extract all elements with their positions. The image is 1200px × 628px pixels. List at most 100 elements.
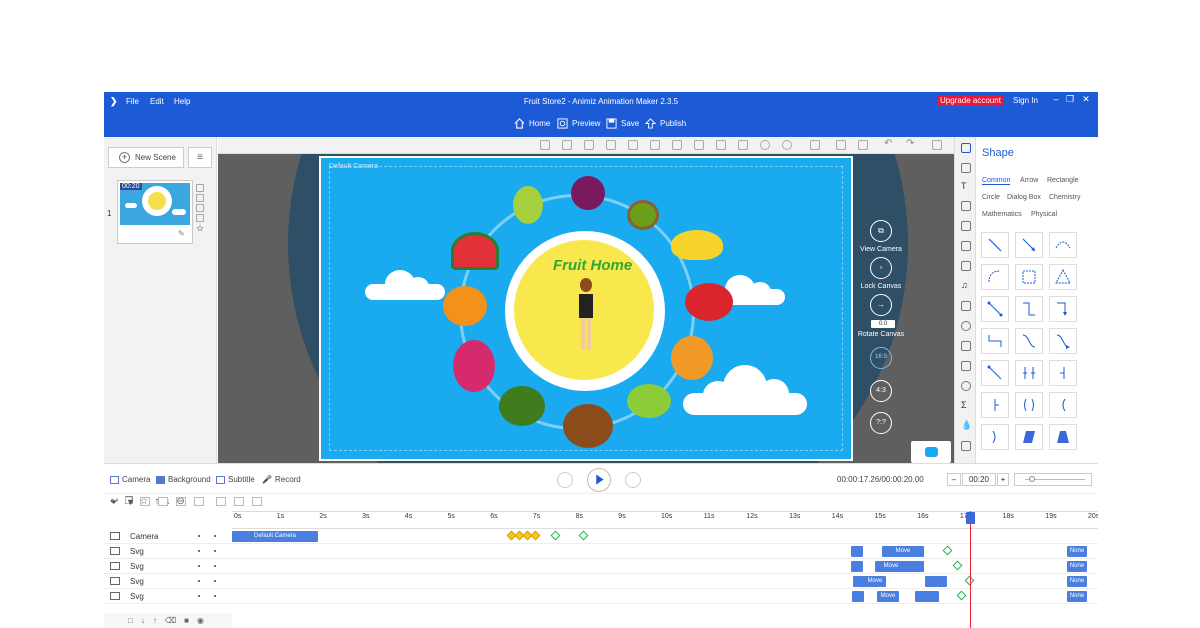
star-scene-icon[interactable]: ☆ bbox=[196, 224, 204, 233]
dashed-rect-shape[interactable] bbox=[1015, 264, 1043, 290]
animation-bar[interactable]: Move bbox=[882, 546, 924, 557]
tab-rectangle[interactable]: Rectangle bbox=[1047, 177, 1079, 184]
lock-canvas-icon[interactable]: ▫ bbox=[870, 257, 892, 279]
bracket-pair-shape[interactable] bbox=[1015, 360, 1043, 386]
align-track-icon-4[interactable] bbox=[194, 497, 204, 506]
lock-icon[interactable] bbox=[810, 140, 820, 150]
ratio-4-3-button[interactable]: 4:3 bbox=[870, 380, 892, 402]
publish-button[interactable]: Publish bbox=[645, 118, 686, 129]
left-bracket-shape[interactable] bbox=[981, 392, 1009, 418]
animation-bar[interactable]: Move bbox=[875, 561, 907, 572]
align-center-icon[interactable] bbox=[562, 140, 572, 150]
down-icon[interactable]: ↓ bbox=[141, 616, 145, 625]
s-curve-shape[interactable] bbox=[1015, 328, 1043, 354]
bubble-tool-icon[interactable] bbox=[961, 241, 971, 251]
align-track-icon-2[interactable] bbox=[158, 497, 168, 506]
drop-tool-icon[interactable]: 💧 bbox=[961, 421, 972, 431]
prev-frame-button[interactable] bbox=[557, 472, 573, 488]
track-toggle-dot[interactable] bbox=[198, 550, 200, 552]
zoom-in-icon[interactable] bbox=[760, 140, 770, 150]
chat-widget[interactable] bbox=[911, 441, 951, 463]
subtitle-tab[interactable]: Subtitle bbox=[216, 475, 255, 484]
keyframe-diamond[interactable] bbox=[942, 545, 953, 556]
playhead-handle[interactable] bbox=[966, 512, 975, 524]
track-toggle-dot[interactable] bbox=[214, 565, 216, 567]
track-toggle-dot[interactable] bbox=[214, 580, 216, 582]
animation-bar[interactable]: Move bbox=[877, 591, 899, 602]
rotate-dial-icon[interactable]: → bbox=[870, 294, 892, 316]
tab-physical[interactable]: Physical bbox=[1031, 211, 1057, 218]
role-tool-icon[interactable] bbox=[961, 201, 971, 211]
timeline-zoom-slider[interactable] bbox=[1014, 473, 1092, 486]
edit-scene-icon[interactable]: ✎ bbox=[178, 229, 185, 238]
animation-bar[interactable] bbox=[904, 561, 924, 572]
undo-icon[interactable]: ↶ bbox=[884, 139, 894, 150]
stage-canvas[interactable]: Default Camera Fruit Home bbox=[319, 156, 853, 461]
tab-arrow[interactable]: Arrow bbox=[1020, 177, 1038, 184]
exit-animation-bar[interactable]: None bbox=[1067, 576, 1087, 587]
track-toggle-dot[interactable] bbox=[214, 595, 216, 597]
align-bottom-icon[interactable] bbox=[650, 140, 660, 150]
up-icon[interactable]: ↑ bbox=[153, 616, 157, 625]
upgrade-account-button[interactable]: Upgrade account bbox=[938, 95, 1003, 106]
rotate-value[interactable]: 0.0 bbox=[871, 320, 895, 328]
folder-tool-icon[interactable] bbox=[961, 261, 971, 271]
scene-thumbnail-card[interactable]: 00:20 ✎ bbox=[117, 180, 193, 244]
distribute-v-icon[interactable] bbox=[694, 140, 704, 150]
exit-animation-bar[interactable]: None bbox=[1067, 561, 1087, 572]
duration-input[interactable]: 00:20 bbox=[962, 473, 996, 486]
bracket-single-shape[interactable] bbox=[1049, 360, 1077, 386]
elbow-dots-shape[interactable] bbox=[981, 328, 1009, 354]
scene-sort-icon[interactable]: ≡ bbox=[188, 147, 212, 168]
connector-dots-shape[interactable] bbox=[981, 360, 1009, 386]
exit-animation-bar[interactable]: None bbox=[1067, 591, 1087, 602]
preview-button[interactable]: Preview bbox=[557, 118, 600, 129]
save-button[interactable]: Save bbox=[606, 118, 639, 129]
align-track-icon-6[interactable] bbox=[234, 497, 244, 506]
track-toggle-dot[interactable] bbox=[198, 565, 200, 567]
record-tab[interactable]: 🎤 Record bbox=[262, 475, 301, 484]
animation-bar[interactable]: Default Camera bbox=[232, 531, 318, 542]
sign-in-link[interactable]: Sign In bbox=[1013, 96, 1038, 105]
minimize-icon[interactable]: – bbox=[1050, 94, 1062, 104]
track-toggle-dot[interactable] bbox=[214, 550, 216, 552]
video-tool-icon[interactable] bbox=[961, 301, 971, 311]
track-row[interactable]: Camera Default Camera bbox=[104, 529, 1098, 544]
filter-icon[interactable]: ▼ bbox=[126, 497, 135, 507]
ratio-custom-button[interactable]: ?:? bbox=[870, 412, 892, 434]
keyframe-diamond[interactable] bbox=[530, 530, 541, 541]
copy-element-icon[interactable] bbox=[836, 140, 846, 150]
image-tool-icon[interactable] bbox=[961, 163, 971, 173]
next-frame-button[interactable] bbox=[625, 472, 641, 488]
keyframe-diamond[interactable] bbox=[956, 590, 967, 601]
paste-element-icon[interactable] bbox=[858, 140, 868, 150]
align-top-icon[interactable] bbox=[606, 140, 616, 150]
camera-tab[interactable]: Camera bbox=[110, 475, 150, 484]
align-track-icon-3[interactable] bbox=[176, 497, 186, 506]
magic-tool-icon[interactable] bbox=[961, 221, 971, 231]
dashed-triangle-shape[interactable] bbox=[1049, 264, 1077, 290]
trash-icon[interactable]: ⌫ bbox=[165, 616, 176, 625]
align-track-icon-7[interactable] bbox=[252, 497, 262, 506]
s-curve-arrow-shape[interactable] bbox=[1049, 328, 1077, 354]
track-toggle-dot[interactable] bbox=[214, 535, 216, 537]
trapezoid-shape[interactable] bbox=[1049, 424, 1077, 450]
lock-track-icon[interactable]: ■ bbox=[184, 616, 189, 625]
redo-icon[interactable]: ↷ bbox=[906, 139, 916, 150]
ratio-16-9-button[interactable]: 16:9 bbox=[870, 347, 892, 369]
animation-bar[interactable] bbox=[851, 546, 863, 557]
same-width-icon[interactable] bbox=[716, 140, 726, 150]
double-arrow-shape[interactable] bbox=[981, 296, 1009, 322]
align-track-icon-5[interactable] bbox=[216, 497, 226, 506]
left-brace-shape[interactable] bbox=[1049, 392, 1077, 418]
text-tool-icon[interactable]: T bbox=[961, 182, 971, 192]
animation-bar[interactable] bbox=[925, 576, 947, 587]
distribute-h-icon[interactable] bbox=[672, 140, 682, 150]
track-toggle-dot[interactable] bbox=[198, 580, 200, 582]
track-row[interactable]: Svg Move None bbox=[104, 574, 1098, 589]
tab-dialog-box[interactable]: Dialog Box bbox=[1007, 194, 1041, 201]
paste-scene-icon[interactable] bbox=[196, 194, 204, 202]
animation-bar[interactable] bbox=[915, 591, 939, 602]
person-tool-icon[interactable] bbox=[961, 361, 971, 371]
music-tool-icon[interactable]: ♫ bbox=[961, 281, 971, 291]
